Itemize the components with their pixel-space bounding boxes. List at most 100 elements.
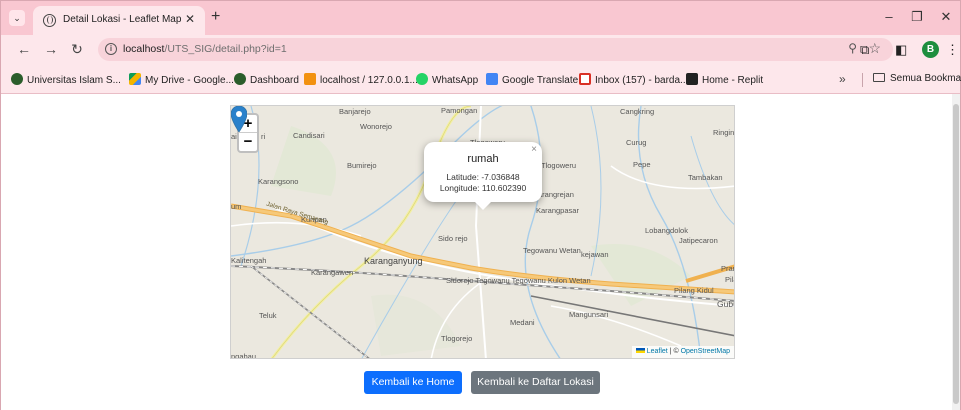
- map-label: Ringin: [713, 128, 735, 137]
- folder-icon: [873, 73, 885, 82]
- attribution-separator: | ©: [667, 348, 681, 355]
- map-label: Karangawen: [311, 268, 354, 277]
- replit-icon: [686, 73, 698, 85]
- extensions-icon[interactable]: ⧉: [860, 42, 869, 58]
- url-host: localhost: [123, 43, 165, 55]
- back-arrow-icon[interactable]: ←: [16, 41, 32, 57]
- map-label: Pamongan: [441, 106, 478, 115]
- bookmark-label: Home - Replit: [702, 75, 764, 86]
- map-label: Prante: [721, 264, 734, 273]
- bookmark-label: WhatsApp: [432, 75, 479, 86]
- map-label: Karanganyung: [364, 256, 423, 266]
- globe-icon: [43, 14, 56, 27]
- bookmark-label: My Drive - Google...: [145, 75, 234, 86]
- profile-avatar[interactable]: B: [922, 41, 939, 58]
- bookmark-item[interactable]: localhost / 127.0.0.1...: [304, 73, 418, 86]
- map-label: Tlogorejo: [441, 334, 473, 343]
- popup-latitude: Latitude: -7.036848: [446, 172, 520, 182]
- tab-title: Detail Lokasi - Leaflet Map: [63, 14, 182, 25]
- bookmark-star-icon[interactable]: ☆: [868, 40, 881, 57]
- all-bookmarks-label: Semua Bookmark: [890, 73, 961, 84]
- marker-popup: × rumah Latitude: -7.036848 Longitude: 1…: [424, 142, 542, 210]
- map-label: Mangunsari: [569, 310, 609, 319]
- menu-dots-icon[interactable]: ⋮: [946, 42, 959, 58]
- close-icon[interactable]: ✕: [185, 12, 195, 26]
- map-label: Jatipecaron: [679, 236, 718, 245]
- bookmark-label: Google Translate: [502, 75, 579, 86]
- tab-search-button[interactable]: ⌄: [9, 10, 25, 26]
- bookmark-item[interactable]: WhatsApp: [416, 73, 478, 86]
- ukraine-flag-icon: [635, 348, 645, 353]
- bookmark-label: Dashboard: [250, 75, 299, 86]
- map-label: Pilang Kidul: [674, 286, 714, 295]
- graduation-cap-icon: [11, 73, 23, 85]
- minimize-button[interactable]: –: [881, 9, 897, 24]
- bookmark-label: localhost / 127.0.0.1...: [320, 75, 418, 86]
- map-label: Wonorejo: [360, 122, 392, 131]
- whatsapp-icon: [416, 73, 428, 85]
- more-bookmarks-button[interactable]: »: [839, 72, 846, 86]
- leaflet-link[interactable]: Leaflet: [647, 348, 668, 355]
- page-scrollbar[interactable]: [952, 94, 960, 410]
- map-label: Tlogoweru: [541, 161, 577, 170]
- forward-arrow-icon[interactable]: →: [43, 41, 59, 57]
- scrollbar-thumb[interactable]: [953, 104, 959, 404]
- map-label: Kalitengah: [231, 256, 267, 265]
- side-panel-icon[interactable]: ◧: [895, 42, 907, 58]
- map-attribution: Leaflet | © OpenStreetMap: [631, 346, 734, 358]
- back-to-home-button[interactable]: Kembali ke Home: [364, 371, 462, 394]
- url-text: localhost/UTS_SIG/detail.php?id=1: [123, 43, 287, 55]
- map-label: Sido rejo: [438, 234, 468, 243]
- bookmark-item[interactable]: Inbox (157) - barda...: [579, 73, 688, 86]
- back-to-list-button[interactable]: Kembali ke Daftar Lokasi: [471, 371, 600, 394]
- google-drive-icon: [129, 73, 141, 85]
- bookmark-label: Inbox (157) - barda...: [595, 75, 689, 86]
- bookmark-label: Universitas Islam S...: [27, 75, 121, 86]
- openstreetmap-link[interactable]: OpenStreetMap: [681, 348, 730, 355]
- bookmark-item[interactable]: Home - Replit: [686, 73, 763, 86]
- browser-toolbar: ← → ↻ i localhost/UTS_SIG/detail.php?id=…: [1, 35, 960, 65]
- map-label: Banjarejo: [339, 107, 371, 116]
- all-bookmarks-folder[interactable]: Semua Bookmark: [873, 73, 961, 84]
- map-label: Pepe: [633, 160, 651, 169]
- zoom-icon[interactable]: ⚲: [848, 41, 857, 55]
- map-label: Cangkring: [620, 107, 655, 116]
- map-label: Curug: [626, 138, 647, 147]
- graduation-cap-icon: [234, 73, 246, 85]
- map-label: Gubu: [717, 299, 734, 309]
- bookmarks-divider: [862, 73, 863, 87]
- address-bar[interactable]: i localhost/UTS_SIG/detail.php?id=1 ⚲ ☆: [98, 38, 893, 61]
- map-label: ai: [231, 132, 237, 141]
- bookmark-item[interactable]: Google Translate: [486, 73, 578, 86]
- map-label: arangrejan: [538, 190, 574, 199]
- info-icon[interactable]: i: [105, 43, 117, 55]
- map-label: Tambakan: [688, 173, 723, 182]
- map-label: Bumirejo: [347, 161, 377, 170]
- map-marker-icon[interactable]: [231, 106, 247, 132]
- map-label: kejawan: [581, 250, 609, 259]
- map-label: Sidorejo Tegowanu Tegowanu Kulon Wetan: [446, 276, 591, 285]
- map-label: Medani: [510, 318, 535, 327]
- bookmark-item[interactable]: Universitas Islam S...: [11, 73, 121, 86]
- map-label: Pila: [725, 275, 734, 284]
- zoom-out-button[interactable]: −: [239, 133, 257, 151]
- new-tab-button[interactable]: +: [211, 8, 220, 26]
- browser-tab[interactable]: Detail Lokasi - Leaflet Map ✕: [33, 6, 205, 35]
- google-translate-icon: [486, 73, 498, 85]
- bookmark-item[interactable]: Dashboard: [234, 73, 299, 86]
- url-path: /UTS_SIG/detail.php?id=1: [164, 43, 287, 55]
- map-label: ngabau: [231, 352, 257, 359]
- reload-icon[interactable]: ↻: [69, 41, 85, 58]
- map-label: ri: [261, 132, 266, 141]
- popup-longitude: Longitude: 110.602390: [439, 183, 527, 193]
- title-bar: ⌄ Detail Lokasi - Leaflet Map ✕ + – ❐ ✕: [1, 1, 960, 35]
- map-label: Tegowanu Wetan: [523, 246, 581, 255]
- leaflet-map[interactable]: Banjarejo Pamongan Cangkring Ringin Wono…: [230, 105, 735, 359]
- map-label: Karangpasar: [536, 206, 579, 215]
- close-window-button[interactable]: ✕: [938, 9, 954, 25]
- bookmark-item[interactable]: My Drive - Google...: [129, 73, 234, 86]
- restore-button[interactable]: ❐: [909, 9, 925, 25]
- map-label: Teluk: [259, 311, 277, 320]
- map-label: um: [231, 202, 242, 211]
- bookmarks-bar: Universitas Islam S... My Drive - Google…: [1, 65, 961, 94]
